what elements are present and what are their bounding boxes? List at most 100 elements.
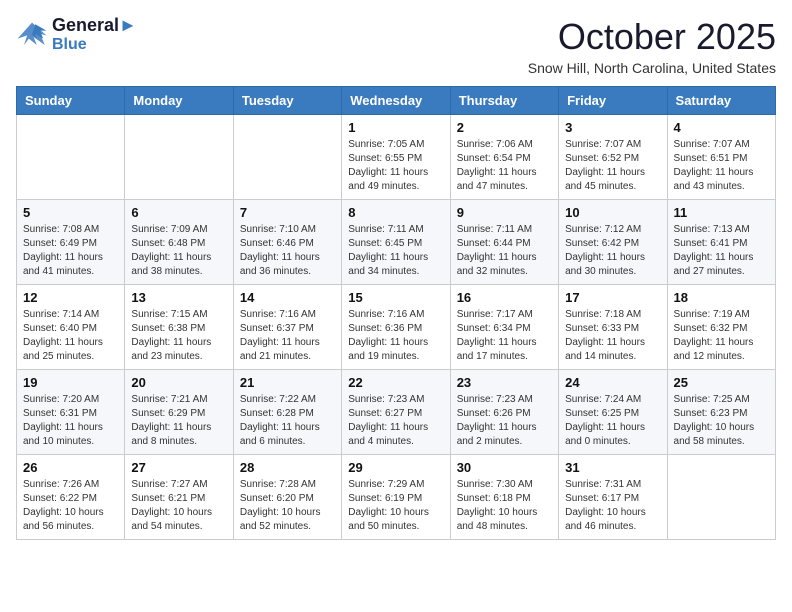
day-info: Sunrise: 7:06 AMSunset: 6:54 PMDaylight:… <box>457 138 552 194</box>
col-thursday: Thursday <box>450 87 558 115</box>
day-number: 28 <box>240 460 335 475</box>
table-row: 12 Sunrise: 7:14 AMSunset: 6:40 PMDayligh… <box>17 285 125 370</box>
day-info: Sunrise: 7:22 AMSunset: 6:28 PMDaylight:… <box>240 393 335 449</box>
day-number: 27 <box>131 460 226 475</box>
day-number: 2 <box>457 120 552 135</box>
day-number: 12 <box>23 290 118 305</box>
table-row: 15Sunrise: 7:16 AMSunset: 6:36 PMDayligh… <box>342 285 450 370</box>
table-row: 11 Sunrise: 7:13 AMSunset: 6:41 PMDayligh… <box>667 200 775 285</box>
day-number: 15 <box>348 290 443 305</box>
table-row: 25 Sunrise: 7:25 AMSunset: 6:23 PMDayligh… <box>667 370 775 455</box>
day-info: Sunrise: 7:26 AMSunset: 6:22 PMDaylight:… <box>23 478 118 534</box>
table-row <box>667 455 775 540</box>
day-info: Sunrise: 7:28 AMSunset: 6:20 PMDaylight:… <box>240 478 335 534</box>
day-number: 7 <box>240 205 335 220</box>
table-row: 19 Sunrise: 7:20 AMSunset: 6:31 PMDayligh… <box>17 370 125 455</box>
day-number: 29 <box>348 460 443 475</box>
day-number: 26 <box>23 460 118 475</box>
day-number: 14 <box>240 290 335 305</box>
day-number: 5 <box>23 205 118 220</box>
table-row: 5 Sunrise: 7:08 AMSunset: 6:49 PMDaylight… <box>17 200 125 285</box>
table-row: 31 Sunrise: 7:31 AMSunset: 6:17 PMDayligh… <box>559 455 667 540</box>
table-row: 30Sunrise: 7:30 AMSunset: 6:18 PMDayligh… <box>450 455 558 540</box>
day-number: 16 <box>457 290 552 305</box>
table-row: 14 Sunrise: 7:16 AMSunset: 6:37 PMDayligh… <box>233 285 341 370</box>
day-info: Sunrise: 7:24 AMSunset: 6:25 PMDaylight:… <box>565 393 660 449</box>
day-info: Sunrise: 7:11 AMSunset: 6:45 PMDaylight:… <box>348 223 443 279</box>
day-number: 24 <box>565 375 660 390</box>
day-number: 10 <box>565 205 660 220</box>
calendar-week-row: 19 Sunrise: 7:20 AMSunset: 6:31 PMDayligh… <box>17 370 776 455</box>
day-info: Sunrise: 7:08 AMSunset: 6:49 PMDaylight:… <box>23 223 118 279</box>
day-number: 18 <box>674 290 769 305</box>
day-info: Sunrise: 7:16 AMSunset: 6:37 PMDaylight:… <box>240 308 335 364</box>
col-friday: Friday <box>559 87 667 115</box>
day-info: Sunrise: 7:15 AMSunset: 6:38 PMDaylight:… <box>131 308 226 364</box>
col-saturday: Saturday <box>667 87 775 115</box>
col-monday: Monday <box>125 87 233 115</box>
table-row: 23Sunrise: 7:23 AMSunset: 6:26 PMDayligh… <box>450 370 558 455</box>
day-number: 31 <box>565 460 660 475</box>
day-info: Sunrise: 7:25 AMSunset: 6:23 PMDaylight:… <box>674 393 769 449</box>
month-title: October 2025 <box>528 16 776 58</box>
day-number: 25 <box>674 375 769 390</box>
title-section: October 2025 Snow Hill, North Carolina, … <box>528 16 776 76</box>
calendar-week-row: 12 Sunrise: 7:14 AMSunset: 6:40 PMDayligh… <box>17 285 776 370</box>
day-info: Sunrise: 7:29 AMSunset: 6:19 PMDaylight:… <box>348 478 443 534</box>
day-info: Sunrise: 7:19 AMSunset: 6:32 PMDaylight:… <box>674 308 769 364</box>
day-info: Sunrise: 7:31 AMSunset: 6:17 PMDaylight:… <box>565 478 660 534</box>
table-row: 27 Sunrise: 7:27 AMSunset: 6:21 PMDayligh… <box>125 455 233 540</box>
day-info: Sunrise: 7:20 AMSunset: 6:31 PMDaylight:… <box>23 393 118 449</box>
day-info: Sunrise: 7:12 AMSunset: 6:42 PMDaylight:… <box>565 223 660 279</box>
table-row: 1Sunrise: 7:05 AMSunset: 6:55 PMDaylight… <box>342 115 450 200</box>
table-row: 29 Sunrise: 7:29 AMSunset: 6:19 PMDayligh… <box>342 455 450 540</box>
table-row: 9 Sunrise: 7:11 AMSunset: 6:44 PMDaylight… <box>450 200 558 285</box>
table-row: 18 Sunrise: 7:19 AMSunset: 6:32 PMDayligh… <box>667 285 775 370</box>
logo-icon <box>16 21 48 49</box>
page-header: General► Blue October 2025 Snow Hill, No… <box>16 16 776 76</box>
day-info: Sunrise: 7:13 AMSunset: 6:41 PMDaylight:… <box>674 223 769 279</box>
day-number: 3 <box>565 120 660 135</box>
day-info: Sunrise: 7:30 AMSunset: 6:18 PMDaylight:… <box>457 478 552 534</box>
table-row: 16 Sunrise: 7:17 AMSunset: 6:34 PMDayligh… <box>450 285 558 370</box>
col-sunday: Sunday <box>17 87 125 115</box>
day-number: 13 <box>131 290 226 305</box>
day-info: Sunrise: 7:09 AMSunset: 6:48 PMDaylight:… <box>131 223 226 279</box>
day-info: Sunrise: 7:11 AMSunset: 6:44 PMDaylight:… <box>457 223 552 279</box>
day-number: 19 <box>23 375 118 390</box>
day-number: 17 <box>565 290 660 305</box>
day-info: Sunrise: 7:17 AMSunset: 6:34 PMDaylight:… <box>457 308 552 364</box>
day-info: Sunrise: 7:10 AMSunset: 6:46 PMDaylight:… <box>240 223 335 279</box>
calendar-week-row: 5 Sunrise: 7:08 AMSunset: 6:49 PMDaylight… <box>17 200 776 285</box>
table-row: 20 Sunrise: 7:21 AMSunset: 6:29 PMDayligh… <box>125 370 233 455</box>
day-number: 1 <box>348 120 443 135</box>
day-number: 21 <box>240 375 335 390</box>
table-row: 24 Sunrise: 7:24 AMSunset: 6:25 PMDayligh… <box>559 370 667 455</box>
col-tuesday: Tuesday <box>233 87 341 115</box>
day-info: Sunrise: 7:07 AMSunset: 6:51 PMDaylight:… <box>674 138 769 194</box>
day-info: Sunrise: 7:21 AMSunset: 6:29 PMDaylight:… <box>131 393 226 449</box>
calendar-week-row: 1Sunrise: 7:05 AMSunset: 6:55 PMDaylight… <box>17 115 776 200</box>
day-info: Sunrise: 7:18 AMSunset: 6:33 PMDaylight:… <box>565 308 660 364</box>
table-row: 4 Sunrise: 7:07 AMSunset: 6:51 PMDaylight… <box>667 115 775 200</box>
day-info: Sunrise: 7:07 AMSunset: 6:52 PMDaylight:… <box>565 138 660 194</box>
table-row: 7 Sunrise: 7:10 AMSunset: 6:46 PMDaylight… <box>233 200 341 285</box>
day-info: Sunrise: 7:23 AMSunset: 6:27 PMDaylight:… <box>348 393 443 449</box>
calendar-table: Sunday Monday Tuesday Wednesday Thursday… <box>16 86 776 540</box>
table-row: 21 Sunrise: 7:22 AMSunset: 6:28 PMDayligh… <box>233 370 341 455</box>
day-info: Sunrise: 7:14 AMSunset: 6:40 PMDaylight:… <box>23 308 118 364</box>
table-row: 13 Sunrise: 7:15 AMSunset: 6:38 PMDayligh… <box>125 285 233 370</box>
day-number: 9 <box>457 205 552 220</box>
day-info: Sunrise: 7:27 AMSunset: 6:21 PMDaylight:… <box>131 478 226 534</box>
logo-text: General► Blue <box>52 16 137 53</box>
day-number: 20 <box>131 375 226 390</box>
table-row: 3 Sunrise: 7:07 AMSunset: 6:52 PMDaylight… <box>559 115 667 200</box>
day-number: 22 <box>348 375 443 390</box>
day-number: 4 <box>674 120 769 135</box>
table-row: 6Sunrise: 7:09 AMSunset: 6:48 PMDaylight… <box>125 200 233 285</box>
table-row <box>125 115 233 200</box>
day-number: 23 <box>457 375 552 390</box>
table-row: 26 Sunrise: 7:26 AMSunset: 6:22 PMDayligh… <box>17 455 125 540</box>
day-number: 11 <box>674 205 769 220</box>
table-row: 8Sunrise: 7:11 AMSunset: 6:45 PMDaylight… <box>342 200 450 285</box>
